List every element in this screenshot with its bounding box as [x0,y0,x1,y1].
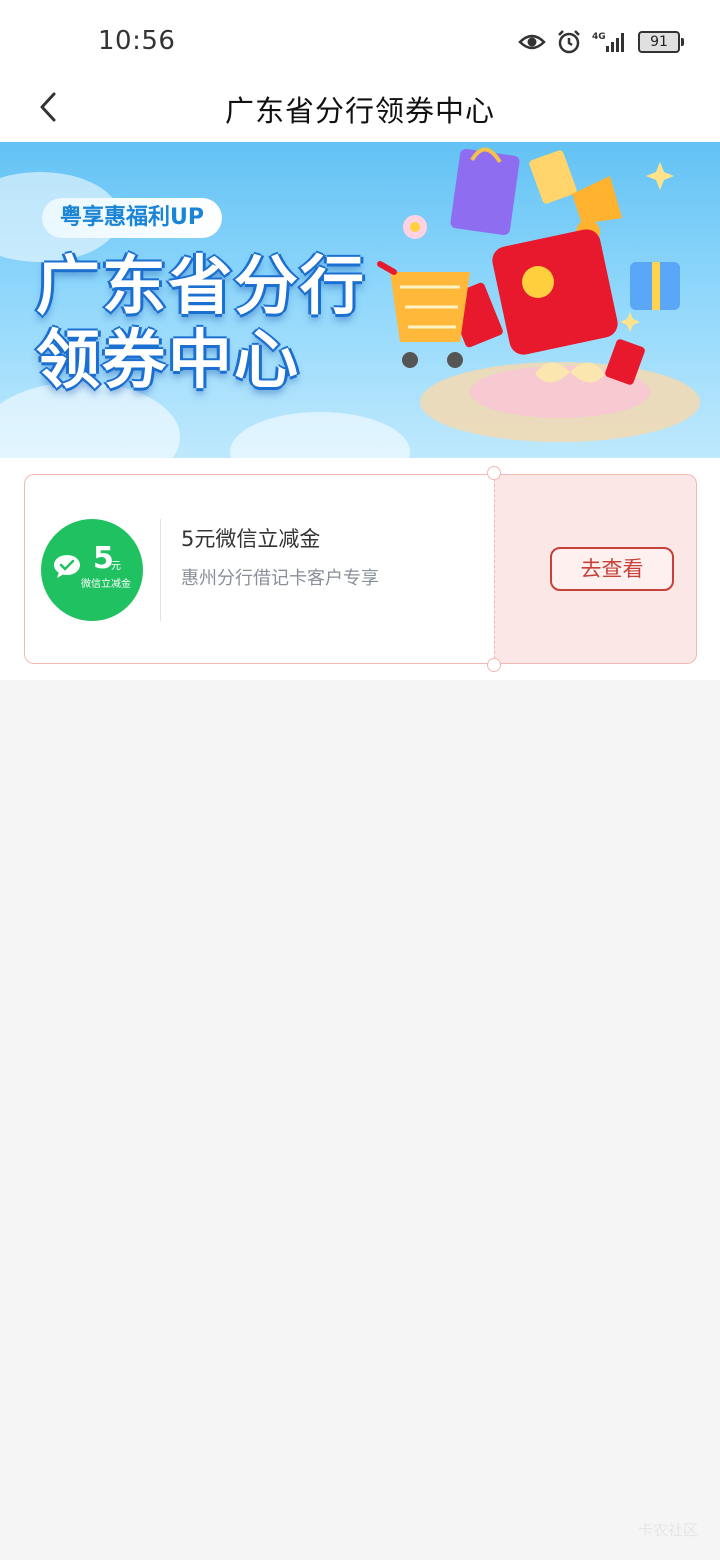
watermark: 卡农社区 [637,1521,698,1539]
status-icons: 4G 91 [518,26,684,58]
status-time: 10:56 [98,26,176,56]
promo-banner: 粤享惠福利UP 广东省分行 领券中心 [0,142,720,458]
wechat-icon [54,555,80,578]
eye-icon [518,34,546,50]
nav-bar: 广东省分行领券中心 [0,80,720,142]
battery-level: 91 [650,34,668,50]
coupon-notch-bottom [487,658,501,672]
badge-unit: 元 [111,561,121,572]
svg-text:4G: 4G [592,32,606,42]
status-bar: 10:56 4G 91 [0,0,720,80]
coupon-divider [160,519,161,621]
view-coupon-button[interactable]: 去查看 [550,547,674,591]
badge-caption: 微信立减金 [81,579,131,590]
banner-title-line1: 广东省分行 [36,250,366,324]
alarm-icon [558,30,580,54]
banner-tag: 粤享惠福利UP [42,198,222,238]
signal-icon: 4G [592,32,624,52]
coupon-list: 5 元 微信立减金 5元微信立减金 惠州分行借记卡客户专享 去查看 [0,458,720,680]
page-title: 广东省分行领券中心 [224,94,495,128]
battery-icon: 91 [638,31,684,53]
wechat-coupon-badge: 5 元 微信立减金 [41,519,143,621]
banner-title: 广东省分行 领券中心 [36,250,366,398]
coupon-info: 5 元 微信立减金 5元微信立减金 惠州分行借记卡客户专享 [24,474,494,664]
coupon-notch-top [487,466,501,480]
coupon-title: 5元微信立减金 [181,527,321,551]
coupon-action-area: 去查看 [494,474,697,664]
coupon-card[interactable]: 5 元 微信立减金 5元微信立减金 惠州分行借记卡客户专享 去查看 [24,466,697,672]
coupon-description: 惠州分行借记卡客户专享 [181,568,379,589]
banner-title-line2: 领券中心 [36,324,300,398]
banner-illustration [377,147,700,442]
